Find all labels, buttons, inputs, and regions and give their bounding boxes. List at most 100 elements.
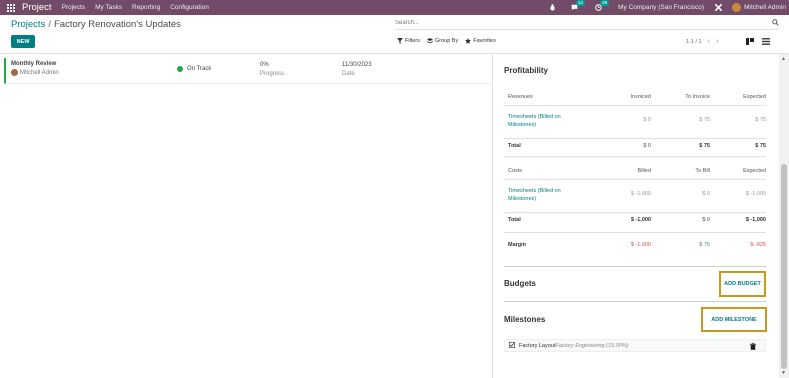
divider bbox=[504, 179, 766, 180]
project-side-panel: Profitability Revenues Invoiced To Invoi… bbox=[492, 54, 779, 378]
settings-tools-icon[interactable] bbox=[712, 0, 724, 15]
margin-billed: $ -1,000 bbox=[630, 242, 651, 248]
breadcrumb-projects-link[interactable]: Projects bbox=[11, 19, 45, 30]
divider bbox=[504, 156, 766, 157]
status-badge[interactable]: On Track bbox=[177, 66, 211, 72]
author-name: Mitchell Admin bbox=[20, 69, 59, 76]
revenue-total-label: Total bbox=[508, 143, 521, 149]
cost-row-billed: $ -1,000 bbox=[630, 191, 651, 197]
breadcrumb-current: Factory Renovation's Updates bbox=[53, 19, 181, 30]
breadcrumb: Projects / Factory Renovation's Updates bbox=[11, 19, 181, 30]
app-name[interactable]: Project bbox=[22, 2, 52, 13]
divider bbox=[504, 105, 766, 106]
activity-badge: 29 bbox=[600, 0, 610, 6]
pager: 1-1 / 1 ‹ › bbox=[686, 38, 718, 45]
add-milestone-button[interactable]: ADD MILESTONE bbox=[701, 307, 767, 332]
section-divider bbox=[504, 266, 766, 267]
profitability-title: Profitability bbox=[504, 66, 549, 75]
kanban-view-icon[interactable] bbox=[745, 36, 755, 46]
user-avatar[interactable] bbox=[732, 3, 742, 12]
milestone-name[interactable]: Factory Layout bbox=[519, 343, 555, 349]
cost-total-expected: $ -1,000 bbox=[745, 217, 766, 223]
breadcrumb-separator: / bbox=[48, 19, 51, 30]
milestones-title: Milestones bbox=[504, 315, 546, 324]
revenue-total-expected: $ 75 bbox=[755, 143, 766, 149]
group-by-button[interactable]: Group By bbox=[426, 38, 459, 44]
costs-col-label: Costs bbox=[508, 168, 523, 174]
revenues-col-invoiced: Invoiced bbox=[630, 94, 652, 100]
revenue-total-invoiced: $ 0 bbox=[643, 143, 651, 149]
scrollbar[interactable]: ▲ ▼ bbox=[779, 54, 789, 378]
scroll-up-icon[interactable]: ▲ bbox=[781, 56, 786, 62]
apps-grid-icon[interactable] bbox=[4, 0, 18, 15]
checkbox-checked-icon[interactable] bbox=[509, 341, 515, 350]
chat-icon[interactable]: 12 bbox=[568, 0, 586, 15]
cost-row-to-bill: $ 0 bbox=[702, 191, 710, 197]
top-navbar: Project Projects My Tasks Reporting Conf… bbox=[0, 0, 789, 15]
list-item[interactable]: Monthly Review Mitchell Admin On Track 0… bbox=[4, 58, 492, 84]
star-icon bbox=[465, 38, 472, 44]
new-button[interactable]: NEW bbox=[11, 35, 35, 48]
divider bbox=[504, 212, 766, 213]
favorites-label: Favorites bbox=[473, 38, 496, 44]
revenue-total-to-invoice: $ 75 bbox=[699, 143, 710, 149]
pager-next-icon[interactable]: › bbox=[716, 38, 718, 45]
status-dot bbox=[177, 66, 183, 72]
search-bar bbox=[395, 16, 779, 30]
revenue-row-label[interactable]: Timesheets (Billed on Milestones) bbox=[508, 113, 578, 129]
costs-col-billed: Billed bbox=[637, 168, 651, 174]
costs-col-to-bill: To Bill bbox=[695, 168, 710, 174]
revenues-col-expected: Expected bbox=[743, 94, 766, 100]
revenue-row-invoiced: $ 0 bbox=[643, 117, 651, 123]
cost-total-to-bill: $ 0 bbox=[702, 217, 710, 223]
list-item[interactable]: Factory Layout Factory Engineering (15.00… bbox=[504, 339, 766, 352]
scrollbar-thumb[interactable] bbox=[781, 164, 787, 369]
revenue-row-to-invoice: $ 75 bbox=[699, 117, 710, 123]
add-budget-button[interactable]: ADD BUDGET bbox=[719, 271, 766, 297]
user-menu[interactable]: Mitchell Admin bbox=[744, 4, 786, 11]
margin-to-bill: $ 75 bbox=[699, 242, 710, 248]
list-view-icon[interactable] bbox=[761, 36, 771, 46]
date-label: Date bbox=[342, 71, 355, 77]
author-avatar bbox=[11, 69, 18, 76]
layers-icon bbox=[426, 38, 433, 44]
search-icon[interactable] bbox=[772, 19, 779, 28]
menu-projects[interactable]: Projects bbox=[62, 4, 85, 11]
scroll-down-icon[interactable]: ▼ bbox=[781, 370, 786, 376]
costs-col-expected: Expected bbox=[743, 168, 766, 174]
section-divider bbox=[504, 301, 766, 302]
filters-button[interactable]: Filters bbox=[397, 38, 420, 44]
company-switcher[interactable]: My Company (San Francisco) bbox=[618, 4, 704, 11]
cost-total-label: Total bbox=[508, 217, 521, 223]
cost-row-label[interactable]: Timesheets (Billed on Milestones) bbox=[508, 187, 578, 203]
divider bbox=[504, 138, 766, 139]
chat-badge: 12 bbox=[576, 0, 586, 6]
revenues-col-label: Revenues bbox=[508, 94, 533, 100]
favorites-button[interactable]: Favorites bbox=[465, 38, 496, 44]
update-author: Mitchell Admin bbox=[11, 69, 59, 76]
margin-label: Margin bbox=[508, 242, 527, 248]
update-title: Monthly Review bbox=[11, 61, 57, 67]
group-by-label: Group By bbox=[434, 38, 459, 44]
pager-value[interactable]: 1-1 / 1 bbox=[686, 39, 702, 45]
clock-activity-icon[interactable]: 29 bbox=[592, 0, 610, 15]
search-input[interactable] bbox=[395, 19, 765, 26]
filters-label: Filters bbox=[405, 38, 420, 44]
divider bbox=[504, 232, 766, 233]
filter-icon bbox=[397, 38, 403, 44]
trash-icon[interactable] bbox=[750, 343, 756, 352]
revenues-col-to-invoice: To Invoice bbox=[685, 94, 710, 100]
cost-row-expected: $ -1,000 bbox=[745, 191, 766, 197]
search-options: Filters Group By Favorites bbox=[397, 38, 503, 44]
menu-reporting[interactable]: Reporting bbox=[132, 4, 160, 11]
status-label: On Track bbox=[187, 66, 212, 72]
progress-label: Progress bbox=[260, 71, 285, 77]
budgets-title: Budgets bbox=[504, 279, 536, 288]
date-value: 11/30/2023 bbox=[342, 62, 372, 68]
debug-bug-icon[interactable] bbox=[546, 0, 558, 15]
pager-previous-icon[interactable]: ‹ bbox=[708, 38, 710, 45]
progress-value: 0% bbox=[260, 62, 269, 68]
menu-configuration[interactable]: Configuration bbox=[170, 4, 209, 11]
menu-my-tasks[interactable]: My Tasks bbox=[95, 4, 122, 11]
cost-total-billed: $ -1,000 bbox=[630, 217, 651, 223]
